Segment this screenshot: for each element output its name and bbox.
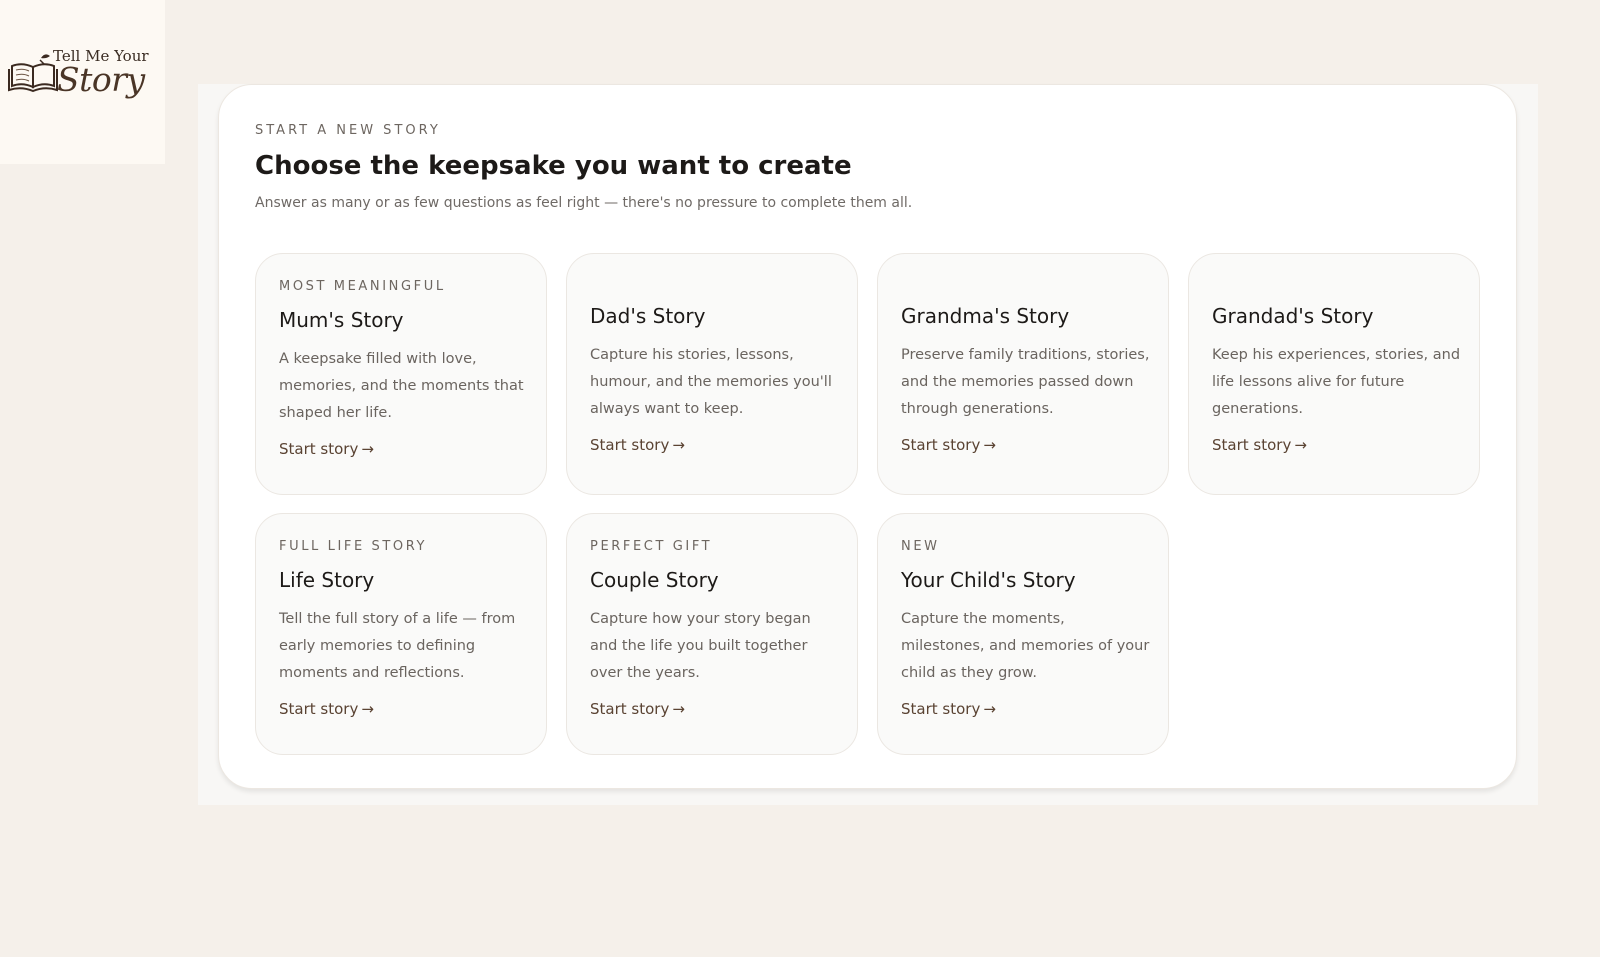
- card-description: Keep his experiences, stories, and life …: [1212, 347, 1461, 417]
- start-story-label: Start story: [279, 700, 359, 718]
- start-story-label: Start story: [901, 436, 981, 454]
- story-card-life-story[interactable]: FULL LIFE STORY Life Story Tell the full…: [255, 513, 547, 755]
- arrow-right-icon: →: [983, 700, 996, 718]
- start-story-label: Start story: [590, 436, 670, 454]
- card-title: Your Child's Story: [901, 568, 1076, 592]
- card-tag: FULL LIFE STORY: [279, 539, 428, 554]
- arrow-right-icon: →: [672, 436, 685, 454]
- logo-text-line2: Story: [57, 60, 145, 99]
- start-story-label: Start story: [1212, 436, 1292, 454]
- story-card-couple-story[interactable]: PERFECT GIFT Couple Story Capture how yo…: [566, 513, 858, 755]
- card-title: Dad's Story: [590, 304, 706, 328]
- card-description: Preserve family traditions, stories, and…: [901, 347, 1150, 417]
- start-story-label: Start story: [590, 700, 670, 718]
- card-description: A keepsake filled with love, memories, a…: [279, 351, 524, 421]
- start-story-link[interactable]: Start story →: [590, 436, 839, 454]
- start-story-link[interactable]: Start story →: [901, 700, 1150, 718]
- start-story-link[interactable]: Start story →: [590, 700, 839, 718]
- start-story-label: Start story: [901, 700, 981, 718]
- card-tag: MOST MEANINGFUL: [279, 279, 446, 294]
- story-chooser-panel: START A NEW STORY Choose the keepsake yo…: [218, 84, 1517, 789]
- story-card-mums-story[interactable]: MOST MEANINGFUL Mum's Story A keepsake f…: [255, 253, 547, 495]
- page-subtitle: Answer as many or as few questions as fe…: [255, 195, 913, 211]
- arrow-right-icon: →: [1294, 436, 1307, 454]
- page: Tell Me Your Story START A NEW STORY Cho…: [0, 0, 1600, 957]
- section-eyebrow: START A NEW STORY: [255, 123, 441, 138]
- logo[interactable]: Tell Me Your Story: [0, 0, 165, 164]
- card-tag: PERFECT GIFT: [590, 539, 713, 554]
- card-title: Grandad's Story: [1212, 304, 1374, 328]
- card-title: Life Story: [279, 568, 375, 592]
- card-description: Capture the moments, milestones, and mem…: [901, 611, 1150, 681]
- start-story-link[interactable]: Start story →: [1212, 436, 1461, 454]
- card-title: Grandma's Story: [901, 304, 1070, 328]
- story-card-dads-story[interactable]: Dad's Story Capture his stories, lessons…: [566, 253, 858, 495]
- card-tag: NEW: [901, 539, 940, 554]
- card-description: Tell the full story of a life — from ear…: [279, 611, 516, 681]
- start-story-link[interactable]: Start story →: [279, 700, 528, 718]
- arrow-right-icon: →: [672, 700, 685, 718]
- start-story-link[interactable]: Start story →: [279, 440, 528, 458]
- arrow-right-icon: →: [983, 436, 996, 454]
- card-description: Capture his stories, lessons, humour, an…: [590, 347, 832, 417]
- start-story-link[interactable]: Start story →: [901, 436, 1150, 454]
- arrow-right-icon: →: [361, 700, 374, 718]
- start-story-label: Start story: [279, 440, 359, 458]
- story-card-childs-story[interactable]: NEW Your Child's Story Capture the momen…: [877, 513, 1169, 755]
- story-card-grandmas-story[interactable]: Grandma's Story Preserve family traditio…: [877, 253, 1169, 495]
- card-title: Mum's Story: [279, 308, 404, 332]
- story-card-grandads-story[interactable]: Grandad's Story Keep his experiences, st…: [1188, 253, 1480, 495]
- arrow-right-icon: →: [361, 440, 374, 458]
- card-title: Couple Story: [590, 568, 719, 592]
- page-title: Choose the keepsake you want to create: [255, 151, 852, 181]
- card-description: Capture how your story began and the lif…: [590, 611, 811, 681]
